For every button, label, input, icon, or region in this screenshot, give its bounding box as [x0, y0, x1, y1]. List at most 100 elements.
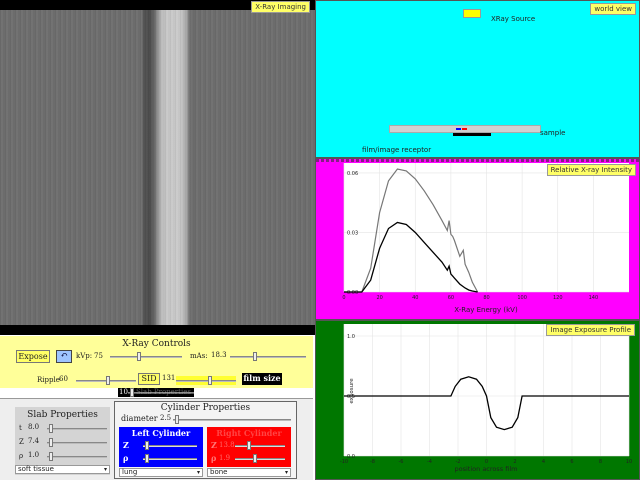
mas-slider-thumb[interactable] [253, 352, 257, 361]
slab-rho-slider[interactable] [47, 452, 107, 461]
sample-label: sample [540, 129, 566, 137]
ripple-slider[interactable] [76, 376, 136, 385]
film-receptor[interactable] [453, 133, 491, 136]
left-cylinder-marker[interactable] [456, 128, 461, 130]
undo-button[interactable]: ↶ [56, 350, 72, 363]
ripple-value: 60 [59, 375, 68, 383]
left-cyl-rho-slider-thumb[interactable] [145, 454, 149, 463]
y-tick-label: 0.00 [347, 290, 358, 296]
slab-properties-panel: Slab Properties t 8.0 Z 7.4 ρ 1.0 soft t… [15, 407, 110, 475]
exposure-panel: -10 -8 -6 -4 -2 0 2 4 6 8 10 0.0 0.5 1.0 position acr… [315, 320, 640, 480]
cylinder-properties-panel: Cylinder Properties diameter 2.5 Left Cy… [114, 401, 297, 479]
ripple-label: Ripple [37, 376, 60, 384]
chevron-down-icon: ▾ [103, 466, 107, 473]
x-tick-label: 40 [412, 295, 418, 301]
right-cyl-rho-label: ρ [211, 453, 217, 463]
xray-imaging-title: X-Ray Imaging [251, 1, 310, 13]
right-cyl-rho-slider-thumb[interactable] [253, 454, 257, 463]
right-cyl-z-label: Z [211, 440, 217, 450]
xray-source-label: XRay Source [491, 15, 536, 23]
cylinder-title: Cylinder Properties [160, 403, 251, 413]
diameter-label: diameter [121, 414, 158, 423]
spectrum-panel: 0 20 40 60 80 100 120 140 0.00 0.03 0.06 X-Ray Ene… [315, 158, 640, 320]
chevron-down-icon: ▾ [196, 469, 200, 476]
film-size-overlay-text: Slab Properties [136, 388, 191, 396]
slab-z-slider-track [47, 442, 107, 444]
left-cyl-z-slider-thumb[interactable] [145, 441, 149, 450]
ripple-slider-thumb[interactable] [106, 376, 110, 385]
slab-rho-slider-thumb[interactable] [49, 452, 53, 461]
film-size-slider-thumb[interactable] [130, 388, 134, 397]
x-tick-label: 4 [542, 459, 545, 465]
sid-button[interactable]: SID [138, 373, 160, 385]
slab-rho-slider-track [47, 456, 107, 458]
slab-t-value: 8.0 [28, 423, 40, 431]
exposure-ylabel: exposure [349, 378, 355, 404]
slab-z-label: Z [19, 438, 24, 446]
slab-t-slider-track [47, 428, 107, 430]
diameter-value: 2.5 [160, 414, 172, 422]
xray-controls-panel: X-Ray Controls Expose ↶ kVp: 75 mAs: 18.… [0, 336, 313, 388]
left-cyl-rho-slider[interactable] [143, 454, 197, 463]
x-tick-label: -8 [370, 459, 375, 465]
slab-material-select[interactable]: soft tissue ▾ [15, 465, 110, 474]
right-cyl-z-slider-thumb[interactable] [247, 441, 251, 450]
slab-t-slider-thumb[interactable] [49, 424, 53, 433]
xray-source[interactable] [463, 9, 481, 18]
y-tick-label: 0.06 [347, 171, 358, 177]
left-cylinder-material-select[interactable]: lung ▾ [119, 468, 203, 477]
mas-slider[interactable] [230, 352, 306, 361]
right-cyl-rho-slider-track [235, 458, 285, 460]
y-tick-label: 1.0 [347, 334, 355, 340]
diameter-slider[interactable] [173, 415, 291, 424]
slab-t-slider[interactable] [47, 424, 107, 433]
sid-slider-thumb[interactable] [208, 376, 212, 385]
diameter-slider-track [173, 419, 291, 421]
left-cyl-z-slider[interactable] [143, 441, 197, 450]
slab-z-value: 7.4 [28, 437, 40, 445]
expose-button[interactable]: Expose [16, 350, 50, 363]
exposure-chart: -10 -8 -6 -4 -2 0 2 4 6 8 100.00.51.0 position acr… [340, 324, 632, 473]
film-size-button[interactable]: film size [242, 373, 282, 385]
y-tick-label: 0.03 [347, 230, 358, 236]
controls-title: X-Ray Controls [122, 339, 191, 349]
left-cylinder-panel: Left Cylinder Z ρ [119, 427, 203, 467]
x-tick-label: 8 [599, 459, 602, 465]
lower-panel: Slab Properties t 8.0 Z 7.4 ρ 1.0 soft t… [0, 398, 313, 480]
undo-icon: ↶ [60, 351, 68, 361]
x-tick-label: 0 [342, 295, 345, 301]
right-cyl-rho-slider[interactable] [235, 454, 285, 463]
y-tick-label: 0.0 [347, 454, 355, 460]
diameter-slider-thumb[interactable] [175, 415, 179, 424]
right-cyl-z-slider[interactable] [235, 441, 285, 450]
x-tick-label: 20 [376, 295, 382, 301]
kvp-slider[interactable] [110, 352, 182, 361]
right-cylinder-marker[interactable] [462, 128, 467, 130]
exposure-title: Image Exposure Profile [546, 324, 635, 336]
left-cyl-z-label: Z [123, 440, 129, 450]
left-cyl-z-slider-track [143, 445, 197, 447]
xray-image-panel: X-Ray Imaging [0, 0, 315, 335]
mas-label: mAs: [190, 352, 208, 360]
kvp-slider-thumb[interactable] [137, 352, 141, 361]
sid-slider[interactable] [176, 376, 236, 385]
slab-z-slider-thumb[interactable] [49, 438, 53, 447]
x-tick-label: 60 [448, 295, 454, 301]
right-cylinder-material-value: bone [210, 468, 228, 476]
slab-material-value: soft tissue [18, 465, 54, 473]
right-cyl-z-slider-track [235, 445, 285, 447]
slab-rho-label: ρ [19, 452, 24, 460]
exposure-xlabel: position across film [455, 465, 518, 473]
sid-slider-track [176, 380, 236, 382]
slab-z-slider[interactable] [47, 438, 107, 447]
world-view-title: world view [590, 3, 636, 15]
x-tick-label: -6 [399, 459, 404, 465]
right-cyl-rho-value: 1.9 [219, 454, 231, 462]
right-cylinder-material-select[interactable]: bone ▾ [207, 468, 291, 477]
spectrum-chart: 0 20 40 60 80 100 120 140 0.00 0.03 0.06 X-Ray Ene… [342, 163, 629, 314]
x-tick-label: 120 [553, 295, 563, 301]
sid-value: 131 [162, 374, 176, 382]
left-cylinder-title: Left Cylinder [131, 428, 191, 438]
x-tick-label: 6 [570, 459, 573, 465]
x-tick-label: 100 [517, 295, 527, 301]
